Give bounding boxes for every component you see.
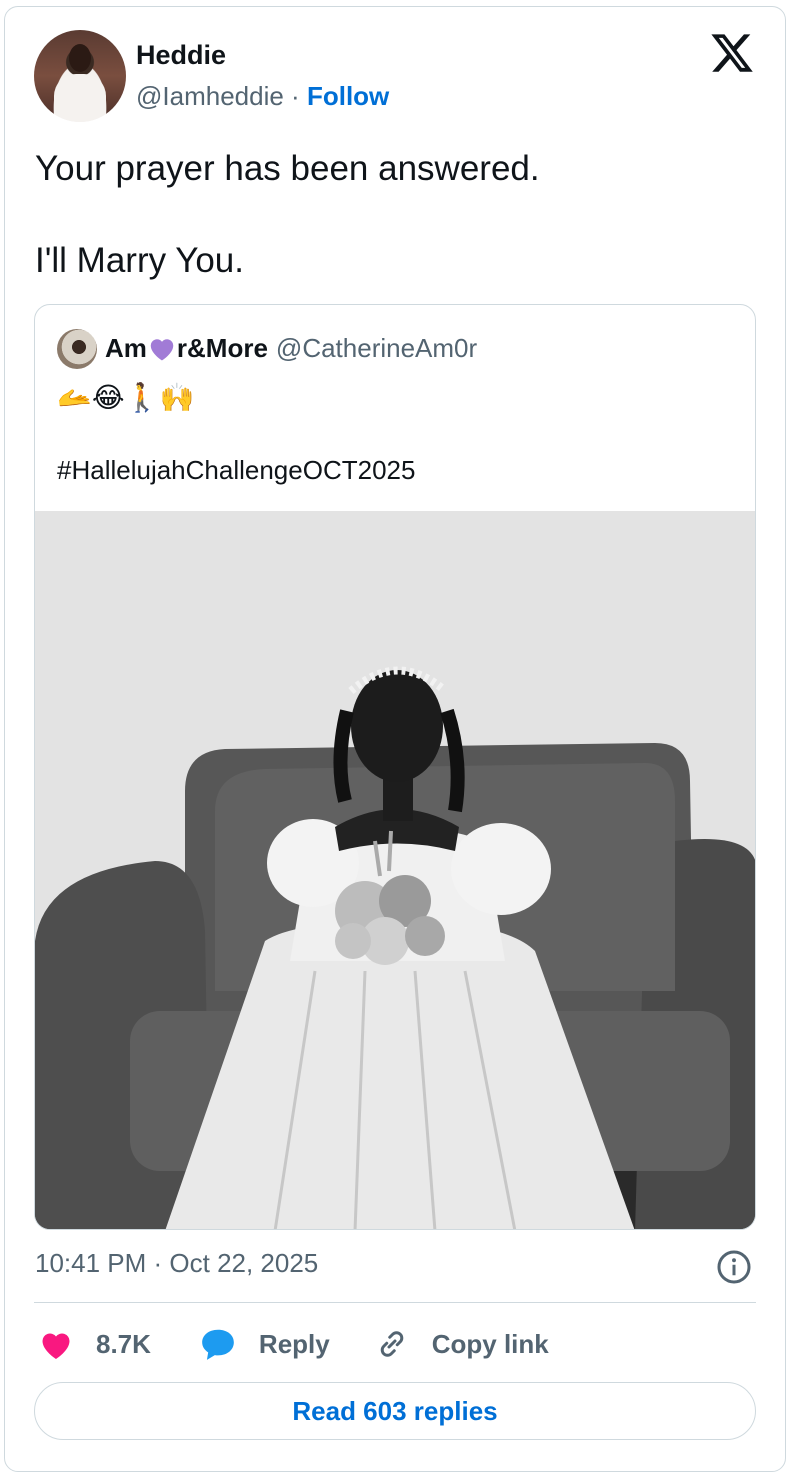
quoted-author-row: Am r&More @CatherineAm0r	[105, 333, 477, 364]
author-avatar[interactable]	[34, 30, 126, 122]
quoted-name-prefix: Am	[105, 333, 147, 363]
quoted-tweet[interactable]: Am r&More @CatherineAm0r 🫴😂🚶🙌 #HallelujahC…	[34, 304, 756, 1230]
quoted-handle: @CatherineAm0r	[275, 333, 478, 363]
handle-separator: ·	[291, 81, 300, 111]
actions-divider	[34, 1302, 756, 1303]
tweet-timestamp[interactable]: 10:41 PM · Oct 22, 2025	[35, 1248, 318, 1279]
tweet-line-2: I'll Marry You.	[35, 241, 244, 280]
heart-icon	[42, 1333, 70, 1359]
bride-photo-illustration	[35, 511, 755, 1229]
quoted-emojis: 🫴😂🚶🙌	[57, 381, 195, 414]
purple-heart-icon	[150, 339, 174, 361]
follow-button[interactable]: Follow	[307, 81, 389, 111]
copy-link-label: Copy link	[431, 1328, 549, 1359]
quoted-avatar[interactable]	[57, 329, 97, 369]
copy-link-button[interactable]: Copy link	[374, 1326, 549, 1362]
link-icon	[380, 1331, 404, 1357]
reply-button[interactable]: Reply	[199, 1326, 330, 1362]
reply-bubble-icon	[202, 1329, 234, 1360]
tweet-actions: 8.7K Reply Copy link	[38, 1322, 549, 1366]
bride-photo[interactable]	[35, 511, 755, 1229]
like-count: 8.7K	[96, 1328, 151, 1359]
quoted-name-suffix: r&More	[176, 333, 268, 363]
author-name[interactable]: Heddie	[136, 40, 226, 71]
x-logo-icon[interactable]	[708, 30, 756, 76]
reply-label: Reply	[258, 1328, 330, 1359]
author-handle[interactable]: @Iamheddie	[136, 81, 284, 111]
like-button[interactable]: 8.7K	[38, 1327, 151, 1361]
info-icon[interactable]	[716, 1249, 752, 1285]
quoted-hashtag[interactable]: #HallelujahChallengeOCT2025	[57, 455, 415, 486]
author-handle-row: @Iamheddie · Follow	[136, 81, 389, 112]
tweet-line-1: Your prayer has been answered.	[35, 149, 540, 188]
read-replies-button[interactable]: Read 603 replies	[34, 1382, 756, 1440]
tweet-text: Your prayer has been answered. I'll Marr…	[35, 146, 540, 284]
